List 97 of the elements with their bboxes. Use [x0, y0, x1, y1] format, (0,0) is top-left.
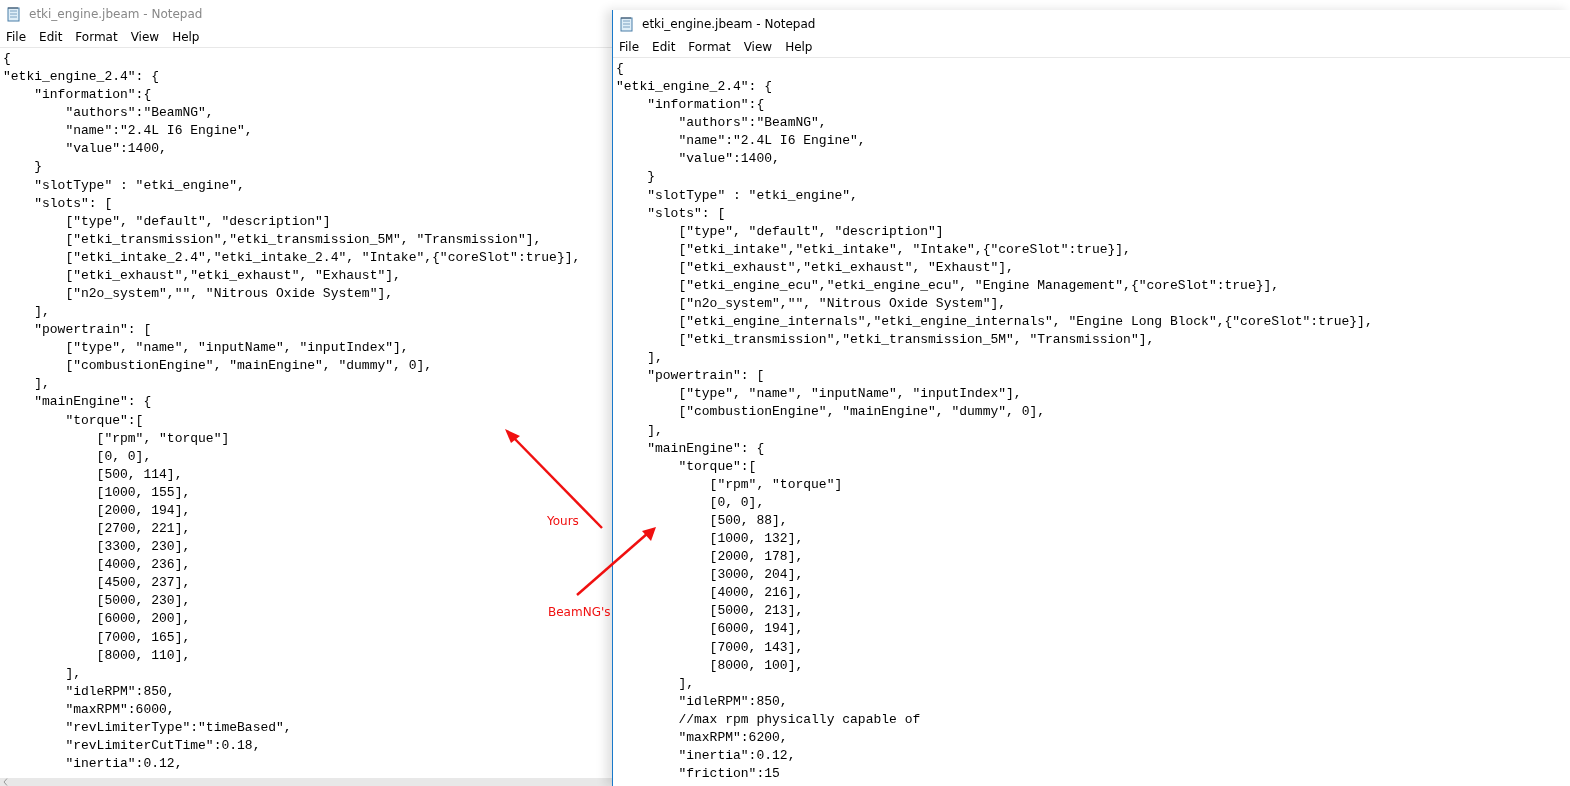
- code-line: {: [3, 50, 11, 68]
- code-line: [0, 0],: [95, 447, 152, 466]
- code-line: ["etki_intake_2.4","etki_intake_2.4", "Intake",{"coreSlot":true}],: [64, 248, 581, 267]
- code-line: ["n2o_system","", "Nitrous Oxide System"],: [677, 295, 1007, 313]
- code-line: ["combustionEngine", "mainEngine", "dummy", 0],: [64, 357, 433, 376]
- code-line: [6000, 200],: [95, 610, 191, 629]
- window-title: etki_engine.jbeam - Notepad: [642, 16, 816, 31]
- code-line: "torque":[: [64, 411, 144, 430]
- code-line: ["combustionEngine", "mainEngine", "dummy", 0],: [677, 403, 1046, 422]
- code-line: [3000, 204],: [708, 566, 804, 585]
- code-line: //max rpm physically capable of: [677, 710, 921, 729]
- code-line: [3300, 230],: [95, 538, 191, 557]
- code-line: ["rpm", "torque"]: [708, 475, 843, 494]
- code-line: ["etki_transmission","etki_transmission_5M", "Transmission"],: [677, 331, 1155, 350]
- code-line: ["type", "default", "description"]: [64, 212, 331, 231]
- menu-item[interactable]: View: [737, 40, 780, 54]
- code-line: [7000, 165],: [95, 628, 191, 647]
- menu-item[interactable]: Help: [166, 30, 207, 44]
- menu-item[interactable]: Edit: [33, 30, 70, 44]
- code-line: ["type", "name", "inputName", "inputIndex"],: [677, 385, 1022, 404]
- code-line: [2000, 178],: [708, 548, 804, 567]
- code-line: "powertrain": [: [33, 321, 152, 340]
- menu-item[interactable]: Help: [779, 40, 820, 54]
- code-line: [5000, 213],: [708, 602, 804, 621]
- code-line: [1000, 155],: [95, 483, 191, 502]
- code-line: "value":1400,: [64, 140, 167, 159]
- code-line: "etki_engine_2.4": {: [3, 68, 160, 87]
- code-line: [0, 0],: [708, 493, 765, 512]
- code-line: "revLimiterCutTime":0.18,: [64, 736, 261, 755]
- menu-item[interactable]: Format: [682, 40, 738, 54]
- code-line: "value":1400,: [677, 150, 780, 169]
- code-line: ["type", "name", "inputName", "inputIndex"],: [64, 339, 409, 358]
- code-line: "slots": [: [646, 204, 726, 223]
- code-line: ["etki_engine_ecu","etki_engine_ecu", "Engine Management",{"coreSlot":true}],: [677, 276, 1280, 295]
- code-line: "slotType" : "etki_engine",: [646, 186, 858, 205]
- menu-item[interactable]: Edit: [646, 40, 683, 54]
- code-line: "information":{: [33, 86, 152, 105]
- menu-item[interactable]: View: [124, 30, 167, 44]
- code-line: "friction":15: [677, 765, 780, 784]
- code-line: ],: [646, 421, 663, 440]
- code-line: }: [646, 168, 655, 187]
- code-line: "maxRPM":6000,: [64, 700, 175, 719]
- code-line: "information":{: [646, 96, 765, 115]
- code-line: ["etki_engine_internals","etki_engine_internals", "Engine Long Block",{"coreSlot":true}],: [677, 313, 1373, 332]
- notepad-icon: [619, 15, 635, 32]
- code-line: ],: [677, 674, 694, 693]
- annotation-label: Yours: [547, 514, 579, 528]
- code-line: }: [33, 158, 42, 177]
- code-line: "revLimiterType":"timeBased",: [64, 718, 292, 737]
- code-line: [2700, 221],: [95, 520, 191, 539]
- code-line: "inertia":0.12,: [677, 746, 796, 765]
- code-line: [7000, 143],: [708, 638, 804, 657]
- code-line: "authors":"BeamNG",: [64, 104, 214, 123]
- code-line: ["etki_intake","etki_intake", "Intake",{"coreSlot":true}],: [677, 240, 1131, 259]
- code-line: [500, 88],: [708, 511, 788, 530]
- code-line: ],: [646, 349, 663, 368]
- code-line: "mainEngine": {: [33, 393, 152, 412]
- code-line: "etki_engine_2.4": {: [616, 78, 773, 97]
- code-line: "slotType" : "etki_engine",: [33, 176, 245, 195]
- code-line: {: [616, 60, 624, 78]
- code-line: ["rpm", "torque"]: [95, 429, 230, 448]
- code-line: "idleRPM":850,: [64, 682, 175, 701]
- code-line: [5000, 230],: [95, 592, 191, 611]
- code-line: ],: [33, 303, 50, 322]
- code-line: "torque":[: [677, 457, 757, 476]
- annotation-label: BeamNG's: [548, 605, 611, 619]
- code-line: ],: [64, 664, 81, 683]
- code-line: [6000, 194],: [708, 620, 804, 639]
- code-line: ],: [33, 375, 50, 394]
- code-line: "mainEngine": {: [646, 439, 765, 458]
- code-line: [4000, 216],: [708, 584, 804, 603]
- code-line: ["n2o_system","", "Nitrous Oxide System"],: [64, 285, 394, 303]
- horizontal-scrollbar[interactable]: [0, 778, 612, 786]
- code-line: [2000, 194],: [95, 501, 191, 520]
- code-line: "authors":"BeamNG",: [677, 114, 827, 133]
- code-line: ["etki_transmission","etki_transmission_5M", "Transmission"],: [64, 230, 542, 249]
- code-line: "powertrain": [: [646, 367, 765, 386]
- code-line: ["type", "default", "description"]: [677, 222, 944, 241]
- code-line: [8000, 110],: [95, 646, 191, 665]
- code-line: "inertia":0.12,: [64, 755, 183, 774]
- code-line: ["etki_exhaust","etki_exhaust", "Exhaust"],: [677, 258, 1014, 277]
- menu-item[interactable]: Format: [69, 30, 125, 44]
- code-line: ["etki_exhaust","etki_exhaust", "Exhaust"],: [64, 266, 401, 285]
- code-line: "slots": [: [33, 194, 113, 213]
- code-line: "name":"2.4L I6 Engine",: [677, 132, 866, 151]
- notepad-icon: [6, 5, 22, 22]
- code-line: [4000, 236],: [95, 556, 191, 575]
- code-line: [1000, 132],: [708, 530, 804, 549]
- code-line: [500, 114],: [95, 465, 183, 484]
- code-line: "name":"2.4L I6 Engine",: [64, 122, 253, 141]
- code-line: "idleRPM":850,: [677, 692, 788, 711]
- window-title: etki_engine.jbeam - Notepad: [29, 6, 203, 21]
- code-line: [4500, 237],: [95, 574, 191, 593]
- code-line: [8000, 100],: [708, 656, 804, 675]
- menu-item[interactable]: File: [613, 40, 647, 54]
- menu-item[interactable]: File: [0, 30, 34, 44]
- code-line: "maxRPM":6200,: [677, 728, 788, 747]
